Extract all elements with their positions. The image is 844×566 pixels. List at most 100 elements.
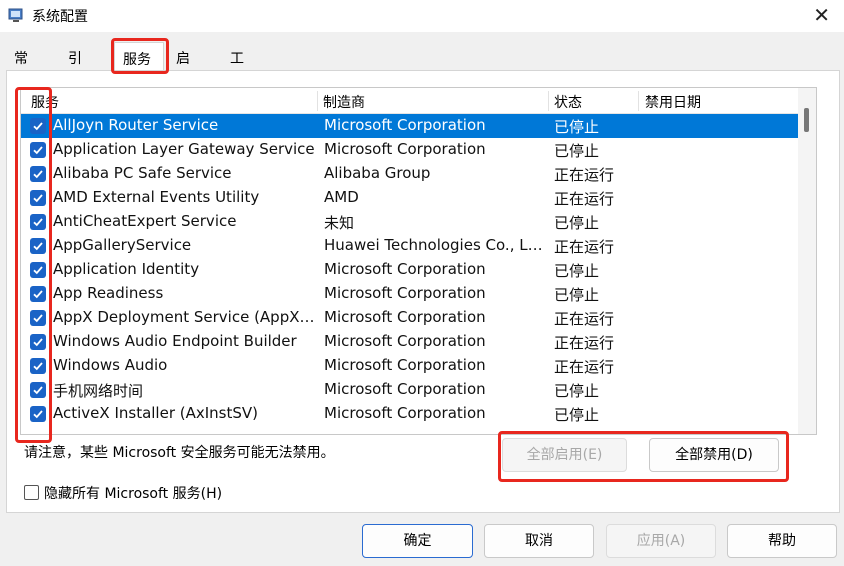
check-icon [33, 314, 43, 323]
service-checkbox[interactable] [30, 358, 46, 374]
service-manufacturer: Microsoft Corporation [324, 284, 486, 302]
service-manufacturer: Alibaba Group [324, 164, 431, 182]
service-name: AppX Deployment Service (AppXS... [53, 308, 315, 326]
ok-button[interactable]: 确定 [362, 524, 473, 558]
column-header-manufacturer[interactable]: 制造商 [323, 92, 365, 112]
service-name: AppGalleryService [53, 236, 192, 254]
tab-services[interactable]: 服务 [114, 42, 164, 73]
service-checkbox[interactable] [30, 214, 46, 230]
service-name: Windows Audio [53, 356, 168, 374]
service-status: 正在运行 [554, 358, 615, 376]
service-manufacturer: Microsoft Corporation [324, 404, 486, 422]
service-row[interactable]: AMD External Events Utility AMD 正在运行 [21, 186, 798, 210]
check-icon [33, 362, 43, 371]
service-status: 正在运行 [554, 334, 615, 352]
service-status: 正在运行 [554, 166, 615, 184]
column-divider[interactable] [317, 91, 318, 111]
service-name: 手机网络时间 [53, 382, 144, 400]
service-checkbox[interactable] [30, 262, 46, 278]
service-row[interactable]: AntiCheatExpert Service 未知 已停止 [21, 210, 798, 234]
service-name: Windows Audio Endpoint Builder [53, 332, 297, 350]
column-header-service[interactable]: 服务 [31, 92, 59, 112]
tab-services-label: 服务 [123, 52, 151, 68]
service-name: AllJoyn Router Service [53, 116, 219, 134]
service-manufacturer: Microsoft Corporation [324, 332, 486, 350]
service-status: 已停止 [554, 142, 600, 160]
service-name: ActiveX Installer (AxInstSV) [53, 404, 259, 422]
service-row[interactable]: Application Layer Gateway Service Microso… [21, 138, 798, 162]
service-checkbox[interactable] [30, 238, 46, 254]
app-icon [8, 8, 23, 22]
service-checkbox[interactable] [30, 310, 46, 326]
security-note: 请注意，某些 Microsoft 安全服务可能无法禁用。 [24, 445, 335, 461]
list-header: 服务 制造商 状态 禁用日期 [21, 88, 798, 114]
check-icon [33, 386, 43, 395]
service-manufacturer: Microsoft Corporation [324, 260, 486, 278]
hide-ms-services-checkbox[interactable] [24, 485, 39, 500]
service-row[interactable]: AppGalleryService Huawei Technologies Co.… [21, 234, 798, 258]
service-checkbox[interactable] [30, 286, 46, 302]
service-manufacturer: Microsoft Corporation [324, 356, 486, 374]
service-manufacturer: 未知 [324, 214, 355, 232]
service-manufacturer: Microsoft Corporation [324, 380, 486, 398]
service-row[interactable]: Application Identity Microsoft Corporatio… [21, 258, 798, 282]
title-bar: 系统配置 ✕ [0, 0, 844, 32]
service-name: Application Identity [53, 260, 200, 278]
service-status: 已停止 [554, 382, 600, 400]
service-checkbox[interactable] [30, 382, 46, 398]
close-icon[interactable]: ✕ [813, 3, 830, 27]
service-row[interactable]: Windows Audio Endpoint Builder Microsoft … [21, 330, 798, 354]
service-status: 已停止 [554, 406, 600, 424]
service-status: 正在运行 [554, 310, 615, 328]
enable-all-button[interactable]: 全部启用(E) [502, 438, 627, 472]
check-icon [33, 194, 43, 203]
service-name: Application Layer Gateway Service [53, 140, 315, 158]
cancel-button[interactable]: 取消 [484, 524, 594, 558]
column-divider[interactable] [638, 91, 639, 111]
window-title: 系统配置 [32, 9, 88, 25]
disable-all-button[interactable]: 全部禁用(D) [649, 438, 779, 472]
scrollbar-thumb[interactable] [804, 108, 809, 132]
check-icon [33, 410, 43, 419]
service-manufacturer: Microsoft Corporation [324, 140, 486, 158]
help-button[interactable]: 帮助 [727, 524, 837, 558]
service-checkbox[interactable] [30, 334, 46, 350]
service-checkbox[interactable] [30, 118, 46, 134]
service-checkbox[interactable] [30, 190, 46, 206]
service-status: 已停止 [554, 286, 600, 304]
check-icon [33, 242, 43, 251]
service-status: 正在运行 [554, 238, 615, 256]
check-icon [33, 266, 43, 275]
column-divider[interactable] [548, 91, 549, 111]
service-name: AntiCheatExpert Service [53, 212, 237, 230]
service-row[interactable]: Windows Audio Microsoft Corporation 正在运行 [21, 354, 798, 378]
vertical-scrollbar[interactable] [798, 88, 816, 434]
check-icon [33, 290, 43, 299]
apply-button[interactable]: 应用(A) [606, 524, 716, 558]
service-status: 已停止 [554, 262, 600, 280]
services-list[interactable]: 服务 制造商 状态 禁用日期 AllJoyn Router Service Mic… [20, 87, 817, 435]
service-row[interactable]: 手机网络时间 Microsoft Corporation 已停止 [21, 378, 798, 402]
service-manufacturer: Microsoft Corporation [324, 308, 486, 326]
service-checkbox[interactable] [30, 406, 46, 422]
service-row[interactable]: ActiveX Installer (AxInstSV) Microsoft Co… [21, 402, 798, 426]
service-row[interactable]: App Readiness Microsoft Corporation 已停止 [21, 282, 798, 306]
column-header-disabled-date[interactable]: 禁用日期 [645, 92, 701, 112]
service-manufacturer: Microsoft Corporation [324, 116, 486, 134]
service-checkbox[interactable] [30, 166, 46, 182]
service-status: 正在运行 [554, 190, 615, 208]
service-manufacturer: Huawei Technologies Co., Lt... [324, 236, 546, 254]
service-name: AMD External Events Utility [53, 188, 260, 206]
check-icon [33, 218, 43, 227]
column-header-status[interactable]: 状态 [554, 92, 582, 112]
service-name: App Readiness [53, 284, 164, 302]
check-icon [33, 122, 43, 131]
check-icon [33, 146, 43, 155]
service-row[interactable]: Alibaba PC Safe Service Alibaba Group 正在运行 [21, 162, 798, 186]
service-name: Alibaba PC Safe Service [53, 164, 232, 182]
service-row[interactable]: AllJoyn Router Service Microsoft Corporat… [21, 114, 798, 138]
service-checkbox[interactable] [30, 142, 46, 158]
hide-ms-services-label: 隐藏所有 Microsoft 服务(H) [44, 486, 223, 502]
check-icon [33, 170, 43, 179]
service-row[interactable]: AppX Deployment Service (AppXS... Microso… [21, 306, 798, 330]
